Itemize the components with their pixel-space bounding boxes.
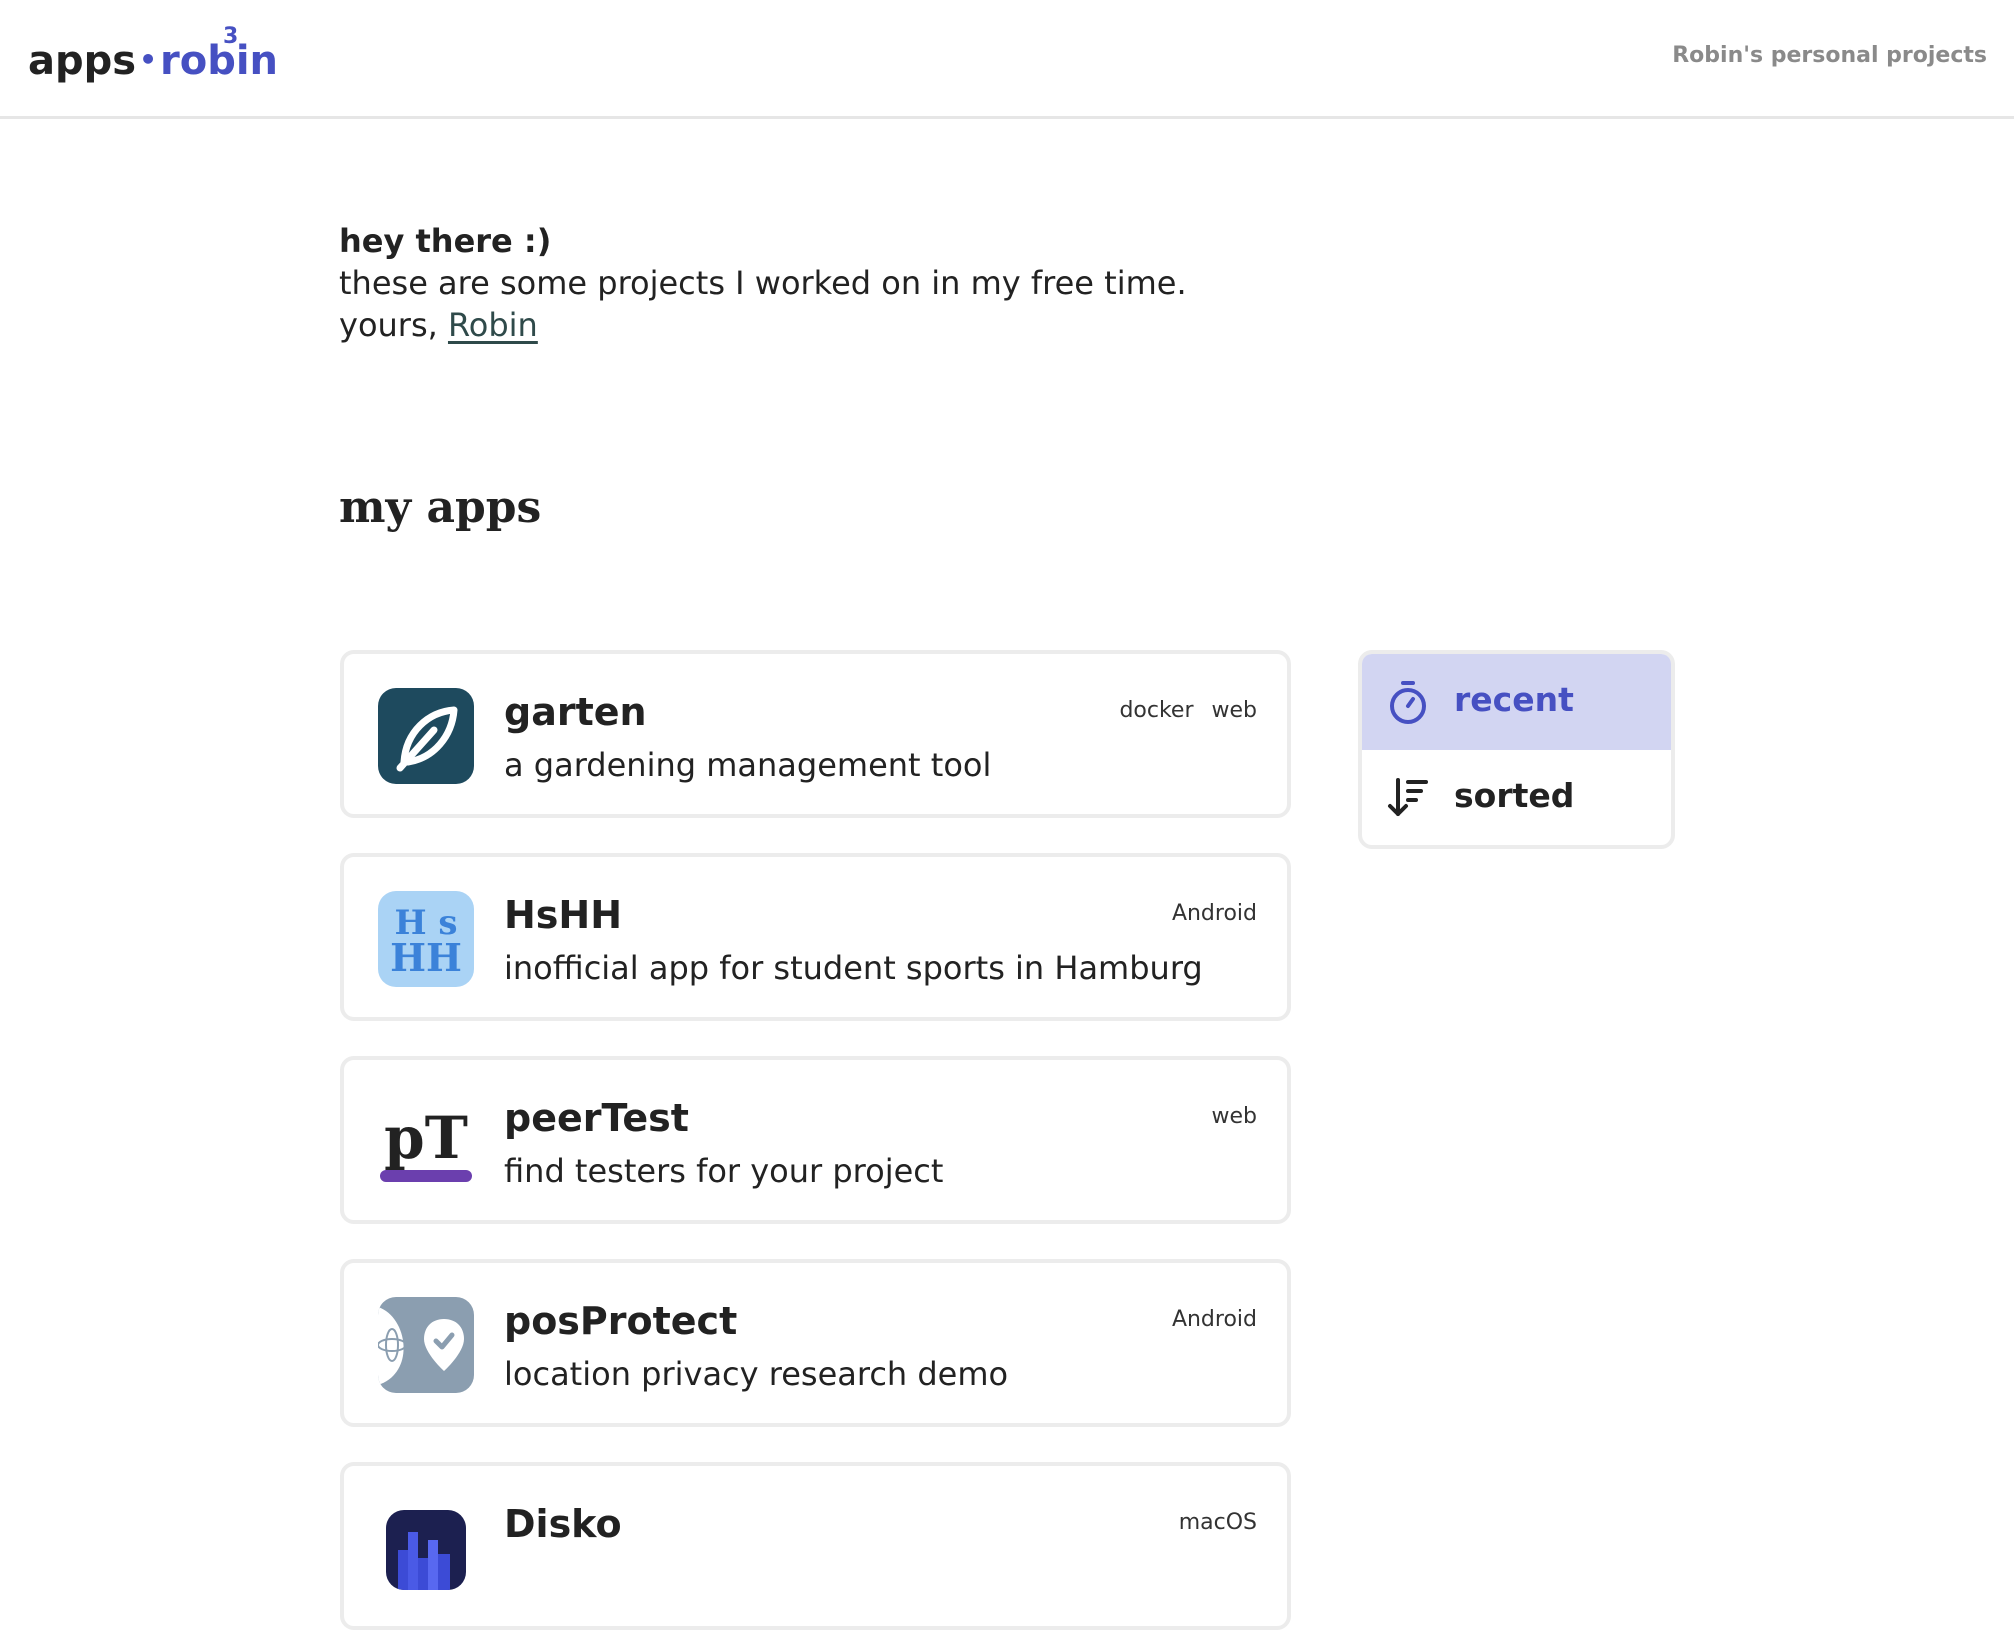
app-tags: docker web xyxy=(1119,698,1257,723)
app-tags: Android xyxy=(1172,1307,1257,1332)
intro-text: hey there :) these are some projects I w… xyxy=(339,220,1187,346)
app-tags: macOS xyxy=(1179,1510,1257,1535)
app-description: inofficial app for student sports in Ham… xyxy=(504,949,1203,987)
top-bar: apps •robin 3 Robin's personal projects xyxy=(0,0,2014,119)
pt-icon: pT xyxy=(378,1094,474,1190)
tag: Android xyxy=(1171,901,1257,926)
app-name: Disko xyxy=(504,1502,622,1546)
site-tagline: Robin's personal projects xyxy=(1672,43,1987,68)
logo-robin-label: robin xyxy=(159,38,279,84)
logo-dot: • xyxy=(139,43,157,76)
sort-panel: recent sorted xyxy=(1358,650,1675,849)
tag: docker xyxy=(1119,698,1194,723)
app-name: posProtect xyxy=(504,1299,738,1343)
app-description: location privacy research demo xyxy=(504,1355,1009,1393)
app-name: peerTest xyxy=(504,1096,689,1140)
app-description: find testers for your project xyxy=(504,1152,944,1190)
app-name: HsHH xyxy=(504,893,623,937)
section-title: my apps xyxy=(339,482,542,533)
site-logo[interactable]: apps •robin 3 xyxy=(28,24,279,84)
logo-robin-text: robin 3 xyxy=(159,24,279,84)
sort-option-recent[interactable]: recent xyxy=(1362,654,1671,750)
intro-greeting: hey there :) xyxy=(339,222,552,260)
intro-signoff: yours, xyxy=(339,306,438,344)
tag: macOS xyxy=(1178,1510,1257,1535)
location-shield-icon xyxy=(378,1297,474,1393)
app-card-peertest[interactable]: pT peerTest find testers for your projec… xyxy=(340,1056,1291,1224)
author-link[interactable]: Robin xyxy=(448,306,538,344)
app-card-disko[interactable]: Disko macOS xyxy=(340,1462,1291,1630)
app-card-hshh[interactable]: H s HH HsHH inofficial app for student s… xyxy=(340,853,1291,1021)
hshh-icon: H s HH xyxy=(378,891,474,987)
app-tags: web xyxy=(1212,1104,1258,1129)
pt-icon-text: pT xyxy=(384,1104,468,1172)
disko-icon xyxy=(386,1510,466,1590)
app-description: a gardening management tool xyxy=(504,746,992,784)
intro-line: these are some projects I worked on in m… xyxy=(339,264,1187,302)
sort-descending-icon xyxy=(1384,774,1432,822)
stopwatch-icon xyxy=(1384,678,1432,726)
hshh-icon-text-bottom: HH xyxy=(390,935,462,980)
logo-superscript: 3 xyxy=(222,24,239,49)
leaf-icon xyxy=(378,688,474,784)
sort-option-label: sorted xyxy=(1454,776,1575,815)
intro-signoff-row: yours, Robin xyxy=(339,304,1187,346)
app-card-garten[interactable]: garten a gardening management tool docke… xyxy=(340,650,1291,818)
tag: web xyxy=(1211,1104,1258,1129)
sort-option-sorted[interactable]: sorted xyxy=(1362,750,1671,845)
sort-option-label: recent xyxy=(1454,680,1574,719)
tag: Android xyxy=(1171,1307,1257,1332)
app-name: garten xyxy=(504,690,647,734)
app-card-posprotect[interactable]: posProtect location privacy research dem… xyxy=(340,1259,1291,1427)
app-tags: Android xyxy=(1172,901,1257,926)
logo-apps-text: apps xyxy=(28,38,137,84)
tag: web xyxy=(1211,698,1258,723)
